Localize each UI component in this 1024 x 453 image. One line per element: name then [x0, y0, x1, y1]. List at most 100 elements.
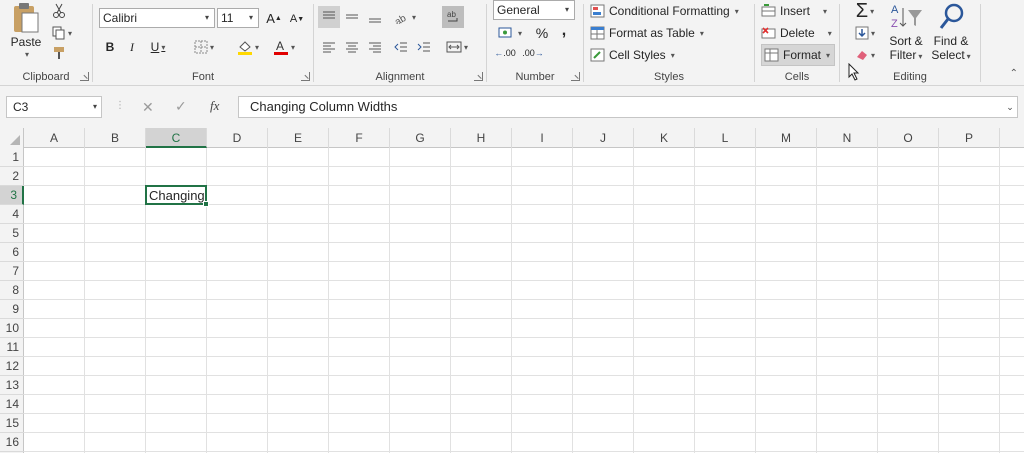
align-left-icon[interactable]	[318, 36, 340, 58]
font-size-combo[interactable]: 11 ▾	[217, 8, 259, 28]
active-cell-c3[interactable]: Changing	[145, 185, 207, 205]
column-header-d[interactable]: D	[207, 128, 268, 148]
dialog-launcher-icon[interactable]	[80, 72, 89, 81]
font-name-combo[interactable]: Calibri ▾	[99, 8, 215, 28]
fill-color-button[interactable]: ▾	[233, 36, 263, 58]
middle-align-icon[interactable]	[341, 6, 363, 28]
font-color-button[interactable]: A ▾	[269, 36, 299, 58]
collapse-ribbon-icon[interactable]: ⌃	[1010, 68, 1018, 79]
formula-input[interactable]: Changing Column Widths ⌄	[238, 96, 1018, 118]
eraser-icon	[856, 51, 867, 60]
drag-handle-icon[interactable]: ⋮	[115, 100, 125, 111]
alignment-group: ab ▾ ab ▾ Alignment	[314, 0, 486, 86]
format-as-table-button[interactable]: Format as Table ▾	[590, 24, 704, 42]
percent-style-button[interactable]: %	[531, 22, 553, 44]
align-center-icon[interactable]	[341, 36, 363, 58]
column-header-k[interactable]: K	[634, 128, 695, 148]
number-format-combo[interactable]: General ▾	[493, 0, 575, 20]
row-header-9[interactable]: 9	[0, 300, 24, 319]
autosum-button[interactable]: Σ ▾	[848, 0, 882, 22]
vertical-scroll-up-icon[interactable]	[1014, 128, 1024, 148]
conditional-formatting-button[interactable]: Conditional Formatting ▾	[590, 2, 739, 20]
column-header-g[interactable]: G	[390, 128, 451, 148]
row-header-13[interactable]: 13	[0, 376, 24, 395]
row-header-5[interactable]: 5	[0, 224, 24, 243]
top-align-icon[interactable]	[318, 6, 340, 28]
row-header-11[interactable]: 11	[0, 338, 24, 357]
gridline	[999, 148, 1000, 453]
wrap-text-icon[interactable]: ab	[442, 6, 464, 28]
column-header-l[interactable]: L	[695, 128, 756, 148]
column-header-o[interactable]: O	[878, 128, 939, 148]
dialog-launcher-icon[interactable]	[474, 72, 483, 81]
column-header-m[interactable]: M	[756, 128, 817, 148]
insert-function-icon[interactable]: fx	[210, 98, 219, 114]
number-group-label: Number	[515, 71, 555, 83]
decrease-decimal-button[interactable]: .00 →	[521, 42, 545, 64]
clear-button[interactable]: ▾	[848, 44, 882, 66]
align-right-icon[interactable]	[364, 36, 386, 58]
row-header-14[interactable]: 14	[0, 395, 24, 414]
column-header-e[interactable]: E	[268, 128, 329, 148]
insert-icon	[761, 4, 776, 17]
insert-button[interactable]: Insert ▾	[761, 2, 827, 20]
name-box[interactable]: C3 ▾	[6, 96, 102, 118]
column-header-h[interactable]: H	[451, 128, 512, 148]
orientation-icon[interactable]: ab ▾	[390, 6, 420, 28]
cut-icon[interactable]	[48, 0, 70, 22]
italic-button[interactable]: I	[121, 36, 143, 58]
sort-filter-button[interactable]: AZ Sort & Filter ▾	[884, 2, 928, 66]
accounting-format-icon[interactable]: ▾	[493, 22, 527, 44]
column-header-n[interactable]: N	[817, 128, 878, 148]
decrease-indent-icon[interactable]	[390, 36, 412, 58]
fill-button[interactable]: ▾	[848, 22, 882, 44]
column-header-c[interactable]: C	[146, 128, 207, 148]
row-header-7[interactable]: 7	[0, 262, 24, 281]
gridline	[24, 318, 1024, 319]
underline-button[interactable]: U ▾	[143, 36, 173, 58]
increase-indent-icon[interactable]	[413, 36, 435, 58]
cancel-icon[interactable]: ✕	[142, 99, 154, 116]
row-header-8[interactable]: 8	[0, 281, 24, 300]
row-header-16[interactable]: 16	[0, 433, 24, 452]
delete-button[interactable]: Delete ▾	[761, 24, 832, 42]
row-header-2[interactable]: 2	[0, 167, 24, 186]
dialog-launcher-icon[interactable]	[571, 72, 580, 81]
select-all-button[interactable]	[0, 128, 24, 148]
borders-button[interactable]: ▾	[189, 36, 219, 58]
column-header-f[interactable]: F	[329, 128, 390, 148]
row-header-6[interactable]: 6	[0, 243, 24, 262]
cell-styles-button[interactable]: Cell Styles ▾	[590, 46, 675, 64]
fill-handle[interactable]	[203, 201, 209, 207]
row-header-15[interactable]: 15	[0, 414, 24, 433]
format-painter-icon[interactable]	[48, 42, 70, 64]
column-header-p[interactable]: P	[939, 128, 1000, 148]
find-select-button[interactable]: Find & Select ▾	[928, 2, 974, 66]
row-header-4[interactable]: 4	[0, 205, 24, 224]
bold-button[interactable]: B	[99, 36, 121, 58]
paste-button[interactable]: Paste ▾	[8, 2, 44, 64]
bottom-align-icon[interactable]	[364, 6, 386, 28]
copy-icon[interactable]: ▾	[48, 22, 76, 44]
grow-font-button[interactable]: A ▲	[263, 7, 285, 29]
column-header-a[interactable]: A	[24, 128, 85, 148]
styles-group: Conditional Formatting ▾ Format as Table ▾…	[584, 0, 754, 86]
column-header-i[interactable]: I	[512, 128, 573, 148]
row-header-12[interactable]: 12	[0, 357, 24, 376]
row-header-10[interactable]: 10	[0, 319, 24, 338]
gridline	[511, 148, 512, 453]
comma-style-button[interactable]: ,	[553, 20, 575, 42]
column-header-b[interactable]: B	[85, 128, 146, 148]
merge-center-icon[interactable]: ▾	[442, 36, 472, 58]
shrink-font-button[interactable]: A ▼	[286, 8, 308, 30]
column-header-j[interactable]: J	[573, 128, 634, 148]
expand-formula-icon[interactable]: ⌄	[1003, 97, 1017, 117]
dialog-launcher-icon[interactable]	[301, 72, 310, 81]
row-header-1[interactable]: 1	[0, 148, 24, 167]
font-color-icon: A	[273, 39, 288, 55]
row-header-3[interactable]: 3	[0, 186, 24, 205]
increase-decimal-button[interactable]: ← .00	[493, 42, 517, 64]
enter-icon[interactable]: ✓	[175, 98, 187, 115]
cell-area[interactable]: Changing	[24, 148, 1024, 453]
format-button[interactable]: Format ▾	[761, 44, 835, 66]
